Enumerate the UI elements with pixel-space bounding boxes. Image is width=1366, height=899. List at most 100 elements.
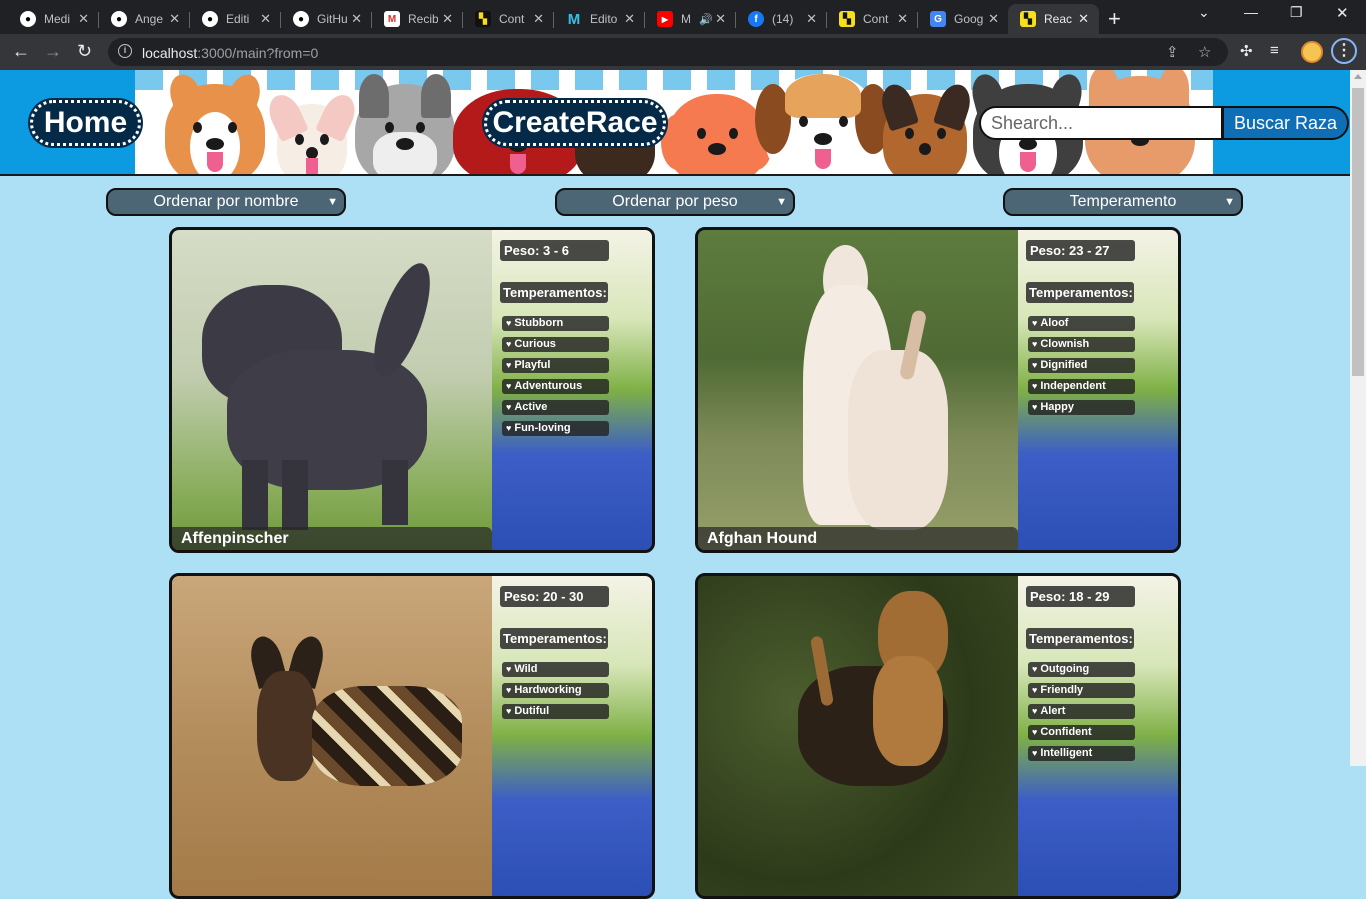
home-link[interactable]: Home	[30, 100, 141, 146]
heart-icon: ♥	[1032, 685, 1038, 695]
tab-title: (14)	[772, 12, 794, 26]
scrollbar-thumb[interactable]	[1352, 88, 1364, 376]
address-bar[interactable]: i localhost:3000/main?from=0 ⇪ ☆	[108, 38, 1228, 66]
close-tab-icon[interactable]: ✕	[624, 11, 635, 27]
close-tab-icon[interactable]: ✕	[715, 11, 726, 27]
sort-by-weight-select[interactable]: Ordenar por peso ▼	[555, 188, 795, 216]
browser-tab[interactable]: M Edito ✕	[554, 4, 645, 34]
close-tab-icon[interactable]: ✕	[351, 11, 362, 27]
heart-icon: ♥	[1032, 706, 1038, 716]
temperament-text: Stubborn	[514, 317, 564, 329]
breed-card[interactable]: Peso: 18 - 29 Temperamentos: ♥ Outgoing ♥…	[695, 573, 1181, 899]
create-race-link[interactable]: CreateRace	[484, 100, 666, 146]
close-tab-icon[interactable]: ✕	[78, 11, 89, 27]
breed-photo	[698, 230, 1018, 550]
temperament-chip: ♥ Clownish	[1028, 337, 1135, 352]
browser-tab[interactable]: f (14) ✕	[736, 4, 827, 34]
content-icon: ▚	[839, 11, 855, 27]
temperaments-heading: Temperamentos:	[500, 628, 608, 649]
google-translate-icon: G	[930, 11, 946, 27]
editor-icon: M	[567, 10, 581, 28]
breed-photo	[698, 576, 1018, 896]
heart-icon: ♥	[1032, 402, 1038, 412]
share-icon[interactable]: ⇪	[1166, 43, 1179, 61]
temperament-text: Dignified	[1040, 359, 1088, 371]
new-tab-icon[interactable]: +	[1108, 6, 1121, 32]
close-tab-icon[interactable]: ✕	[988, 11, 999, 27]
tab-search-icon[interactable]: ⌄	[1198, 4, 1210, 21]
chevron-down-icon: ▼	[1224, 196, 1235, 208]
close-tab-icon[interactable]: ✕	[260, 11, 271, 27]
tab-title: Goog	[954, 12, 984, 26]
temperament-chip: ♥ Stubborn	[502, 316, 609, 331]
close-tab-icon[interactable]: ✕	[806, 11, 817, 27]
temperament-select[interactable]: Temperamento ▼	[1003, 188, 1243, 216]
url-path: :3000/main?from=0	[197, 45, 319, 61]
search-input[interactable]	[979, 106, 1223, 140]
extensions-icon[interactable]: ✣	[1240, 42, 1253, 60]
weight-label: Peso: 18 - 29	[1026, 586, 1135, 607]
browser-tab[interactable]: ● GitHu ✕	[281, 4, 372, 34]
close-tab-icon[interactable]: ✕	[533, 11, 544, 27]
speaker-icon[interactable]: 🔊	[699, 13, 713, 26]
heart-icon: ♥	[1032, 318, 1038, 328]
temperament-text: Adventurous	[514, 380, 583, 392]
browser-tab[interactable]: ▶ M 🔊 ✕	[645, 4, 736, 34]
breed-card[interactable]: Peso: 20 - 30 Temperamentos: ♥ Wild ♥ Hard…	[169, 573, 655, 899]
heart-icon: ♥	[506, 423, 512, 433]
site-info-icon[interactable]: i	[118, 44, 132, 58]
profile-avatar[interactable]	[1301, 41, 1323, 63]
tab-title: GitHu	[317, 12, 347, 26]
close-tab-icon[interactable]: ✕	[169, 11, 180, 27]
search-button[interactable]: Buscar Raza	[1222, 106, 1349, 140]
browser-tab[interactable]: ● Ange ✕	[99, 4, 190, 34]
temperament-text: Playful	[514, 359, 551, 371]
temperament-chip: ♥ Curious	[502, 337, 609, 352]
sort-by-name-value: Ordenar por nombre	[153, 193, 299, 210]
temperament-text: Independent	[1040, 380, 1106, 392]
browser-tab[interactable]: ● Medi ✕	[8, 4, 99, 34]
minimize-icon[interactable]: —	[1244, 4, 1258, 20]
close-tab-icon[interactable]: ✕	[1078, 11, 1089, 27]
forward-icon[interactable]: →	[44, 41, 62, 62]
close-tab-icon[interactable]: ✕	[897, 11, 908, 27]
back-icon[interactable]: ←	[12, 41, 30, 62]
url-text: localhost:3000/main?from=0	[142, 45, 318, 61]
temperament-chip: ♥ Dignified	[1028, 358, 1135, 373]
browser-tab-active[interactable]: ▚ Reac ✕	[1008, 4, 1099, 34]
github-icon: ●	[202, 11, 218, 27]
heart-icon: ♥	[1032, 727, 1038, 737]
breed-card[interactable]: Peso: 23 - 27 Temperamentos: ♥ Aloof ♥ Clo…	[695, 227, 1181, 553]
browser-menu-icon[interactable]: ⋮	[1331, 38, 1357, 64]
restore-icon[interactable]: ❐	[1290, 4, 1303, 21]
tab-title: Cont	[499, 12, 525, 26]
temperament-chip: ♥ Adventurous	[502, 379, 609, 394]
scroll-up-arrow-icon[interactable]	[1354, 74, 1362, 79]
github-icon: ●	[111, 11, 127, 27]
close-tab-icon[interactable]: ✕	[442, 11, 453, 27]
youtube-icon: ▶	[657, 11, 673, 27]
temperament-value: Temperamento	[1069, 193, 1177, 210]
heart-icon: ♥	[1032, 381, 1038, 391]
temperament-chip: ♥ Hardworking	[502, 683, 609, 698]
weight-label: Peso: 23 - 27	[1026, 240, 1135, 261]
sort-by-name-select[interactable]: Ordenar por nombre ▼	[106, 188, 346, 216]
temperament-text: Confident	[1040, 726, 1092, 738]
temperament-text: Dutiful	[514, 705, 550, 717]
reload-icon[interactable]: ↻	[77, 41, 92, 62]
browser-tab[interactable]: ▚ Cont ✕	[827, 4, 918, 34]
media-control-icon[interactable]: ≡	[1270, 42, 1279, 59]
close-window-icon[interactable]: ✕	[1336, 4, 1349, 22]
browser-tab[interactable]: M Recib ✕	[372, 4, 463, 34]
temperament-chip: ♥ Alert	[1028, 704, 1135, 719]
heart-icon: ♥	[506, 706, 512, 716]
heart-icon: ♥	[506, 664, 512, 674]
tab-title: Reac	[1044, 12, 1073, 26]
bookmark-star-icon[interactable]: ☆	[1198, 43, 1211, 61]
browser-tab[interactable]: ● Editi ✕	[190, 4, 281, 34]
browser-tab[interactable]: ▚ Cont ✕	[463, 4, 554, 34]
temperament-text: Alert	[1040, 705, 1066, 717]
browser-tab[interactable]: G Goog ✕	[918, 4, 1009, 34]
breed-card[interactable]: Peso: 3 - 6 Temperamentos: ♥ Stubborn ♥ Cu…	[169, 227, 655, 553]
temperament-chip: ♥ Intelligent	[1028, 746, 1135, 761]
